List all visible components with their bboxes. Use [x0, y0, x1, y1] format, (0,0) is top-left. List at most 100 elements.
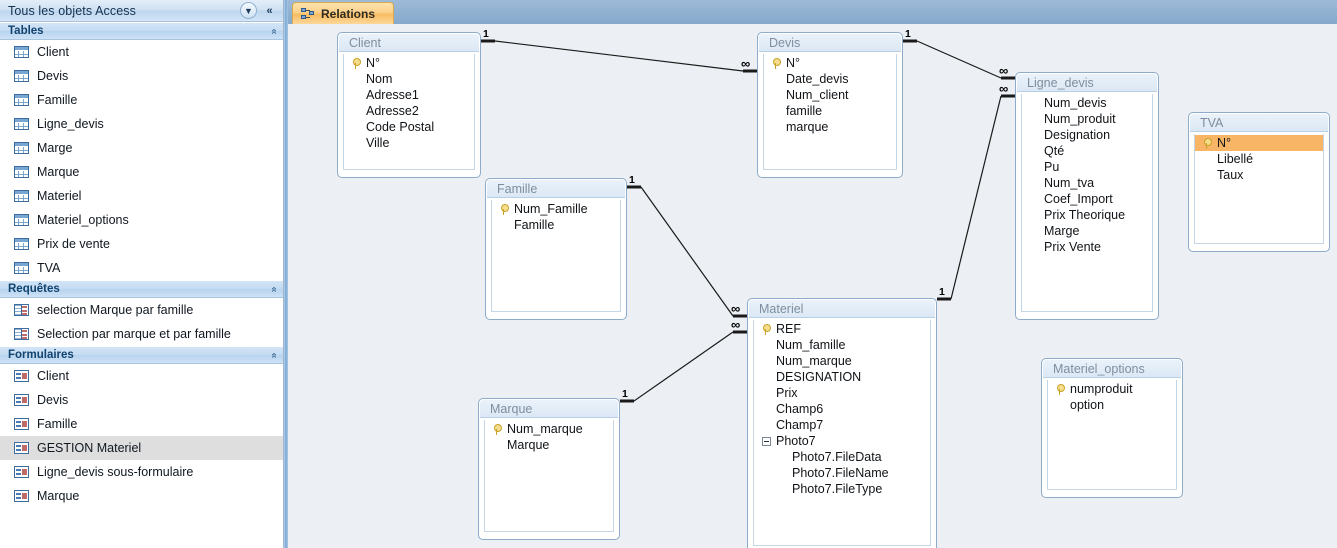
cardinality-many-label: ∞ — [999, 81, 1008, 96]
relations-canvas[interactable]: Client N° Nom Adresse1 Adresse2 Code Postal Vi… — [288, 24, 1337, 548]
table-box-client[interactable]: Client N° Nom Adresse1 Adresse2 Code Postal Vi… — [337, 32, 481, 178]
field-row[interactable]: N° — [344, 55, 474, 71]
sidebar-item-materiel_options[interactable]: Materiel_options — [0, 208, 283, 232]
group-header-formulaires[interactable]: Formulaires « — [0, 346, 283, 364]
field-row[interactable]: N° — [764, 55, 896, 71]
table-title[interactable]: Devis — [759, 34, 901, 52]
sidebar-item-client[interactable]: Client — [0, 40, 283, 64]
table-box-famille[interactable]: Famille Num_Famille Famille — [485, 178, 627, 320]
table-field-list: Num_devis Num_produit Designation Qté Pu Num_… — [1021, 94, 1153, 312]
field-row[interactable]: Qté — [1022, 143, 1152, 159]
field-row[interactable]: option — [1048, 397, 1176, 413]
sidebar-item-marque[interactable]: Marque — [0, 484, 283, 508]
field-row[interactable]: Libellé — [1195, 151, 1323, 167]
field-row[interactable]: Coef_Import — [1022, 191, 1152, 207]
field-row[interactable]: Num_marque — [485, 421, 613, 437]
field-row[interactable]: Photo7.FileType — [754, 481, 930, 497]
field-row[interactable]: Champ7 — [754, 417, 930, 433]
table-title[interactable]: Ligne_devis — [1017, 74, 1157, 92]
chevron-up-icon[interactable]: « — [269, 352, 280, 358]
group-header-tables[interactable]: Tables « — [0, 22, 283, 40]
field-row[interactable]: Prix — [754, 385, 930, 401]
field-row[interactable]: Date_devis — [764, 71, 896, 87]
table-title[interactable]: Materiel — [749, 300, 935, 318]
field-row[interactable]: Designation — [1022, 127, 1152, 143]
field-row[interactable]: Num_devis — [1022, 95, 1152, 111]
sidebar-item-label: Famille — [37, 93, 78, 107]
table-title[interactable]: TVA — [1190, 114, 1328, 132]
field-label: Famille — [514, 218, 555, 232]
table-title[interactable]: Marque — [480, 400, 618, 418]
field-row[interactable]: Marge — [1022, 223, 1152, 239]
field-row[interactable]: Ville — [344, 135, 474, 151]
collapse-minus-icon[interactable] — [761, 436, 771, 446]
field-row[interactable]: Prix Theorique — [1022, 207, 1152, 223]
field-row[interactable]: Taux — [1195, 167, 1323, 183]
field-row[interactable]: Photo7.FileName — [754, 465, 930, 481]
field-row[interactable]: Num_produit — [1022, 111, 1152, 127]
field-row[interactable]: Code Postal — [344, 119, 474, 135]
table-box-marque[interactable]: Marque Num_marque Marque — [478, 398, 620, 540]
field-row[interactable]: REF — [754, 321, 930, 337]
primary-key-icon — [772, 57, 781, 69]
navigation-pane-header[interactable]: Tous les objets Access ▼ « — [0, 0, 283, 22]
sidebar-item-tva[interactable]: TVA — [0, 256, 283, 280]
chevron-up-icon[interactable]: « — [269, 286, 280, 292]
sidebar-item-ligne_devis-sous-formulaire[interactable]: Ligne_devis sous-formulaire — [0, 460, 283, 484]
table-box-ligne_devis[interactable]: Ligne_devis Num_devis Num_produit Designati… — [1015, 72, 1159, 320]
field-row[interactable]: Prix Vente — [1022, 239, 1152, 255]
chevron-down-icon[interactable]: ▼ — [240, 2, 257, 19]
field-row[interactable]: Nom — [344, 71, 474, 87]
field-row[interactable]: famille — [764, 103, 896, 119]
group-header-requ-tes[interactable]: Requêtes « — [0, 280, 283, 298]
form-icon — [14, 394, 29, 406]
table-box-tva[interactable]: TVA N° Libellé Taux — [1188, 112, 1330, 252]
double-chevron-left-icon[interactable]: « — [261, 2, 278, 19]
tab-relations[interactable]: Relations — [292, 2, 395, 24]
sidebar-item-client[interactable]: Client — [0, 364, 283, 388]
field-row[interactable]: Photo7 — [754, 433, 930, 449]
object-list-formulaires: Client Devis Famille GESTION Materiel Ligne_… — [0, 364, 283, 508]
table-title[interactable]: Client — [339, 34, 479, 52]
sidebar-item-selection-marque-par-famille[interactable]: selection Marque par famille — [0, 298, 283, 322]
sidebar-item-devis[interactable]: Devis — [0, 64, 283, 88]
field-row[interactable]: Num_client — [764, 87, 896, 103]
chevron-up-icon[interactable]: « — [269, 28, 280, 34]
table-title[interactable]: Famille — [487, 180, 625, 198]
field-row[interactable]: marque — [764, 119, 896, 135]
sidebar-item-gestion-materiel[interactable]: GESTION Materiel — [0, 436, 283, 460]
sidebar-item-prix-de-vente[interactable]: Prix de vente — [0, 232, 283, 256]
sidebar-item-marge[interactable]: Marge — [0, 136, 283, 160]
field-row[interactable]: Photo7.FileData — [754, 449, 930, 465]
sidebar-item-materiel[interactable]: Materiel — [0, 184, 283, 208]
table-box-materiel[interactable]: Materiel REF Num_famille Num_marque DESIGNAT… — [747, 298, 937, 548]
sidebar-item-selection-par-marque-et-par-famille[interactable]: Selection par marque et par famille — [0, 322, 283, 346]
field-label: famille — [786, 104, 823, 118]
sidebar-item-famille[interactable]: Famille — [0, 88, 283, 112]
primary-key-icon — [762, 323, 771, 335]
sidebar-item-ligne_devis[interactable]: Ligne_devis — [0, 112, 283, 136]
field-row[interactable]: Num_tva — [1022, 175, 1152, 191]
sidebar-item-label: Materiel — [37, 189, 82, 203]
table-field-list: REF Num_famille Num_marque DESIGNATION Prix C… — [753, 320, 931, 546]
field-row[interactable]: Adresse1 — [344, 87, 474, 103]
field-row[interactable]: Pu — [1022, 159, 1152, 175]
table-title[interactable]: Materiel_options — [1043, 360, 1181, 378]
field-row[interactable]: Champ6 — [754, 401, 930, 417]
field-label: Photo7.FileType — [792, 482, 883, 496]
field-row[interactable]: Marque — [485, 437, 613, 453]
field-row[interactable]: Num_famille — [754, 337, 930, 353]
sidebar-item-marque[interactable]: Marque — [0, 160, 283, 184]
field-row[interactable]: Num_marque — [754, 353, 930, 369]
sidebar-item-famille[interactable]: Famille — [0, 412, 283, 436]
field-row[interactable]: numproduit — [1048, 381, 1176, 397]
sidebar-item-devis[interactable]: Devis — [0, 388, 283, 412]
field-row[interactable]: DESIGNATION — [754, 369, 930, 385]
query-icon — [14, 304, 29, 316]
field-row[interactable]: N° — [1195, 135, 1323, 151]
field-row[interactable]: Num_Famille — [492, 201, 620, 217]
field-row[interactable]: Adresse2 — [344, 103, 474, 119]
field-row[interactable]: Famille — [492, 217, 620, 233]
table-box-materiel_options[interactable]: Materiel_options numproduit option — [1041, 358, 1183, 498]
table-box-devis[interactable]: Devis N° Date_devis Num_client famille marque — [757, 32, 903, 178]
